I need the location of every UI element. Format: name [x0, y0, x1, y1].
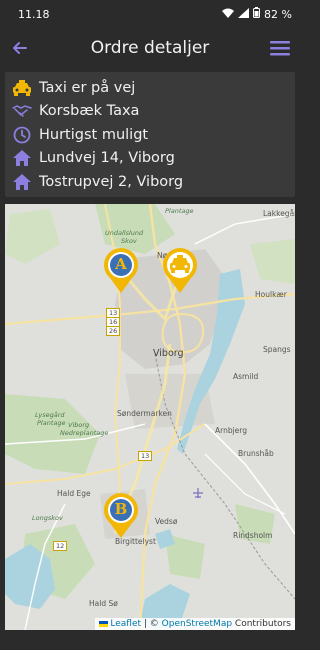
status-time: 11.18	[18, 7, 50, 21]
map-label-plantage: Plantage	[165, 207, 194, 215]
signal-icon	[238, 7, 250, 21]
map-label-spangs: Spangs	[263, 345, 291, 354]
dropoff-address: Tostrupvej 2, Viborg	[39, 173, 184, 190]
status-bar: 11.18 82 %	[0, 0, 300, 28]
map-label-hald-ege: Hald Ege	[57, 489, 91, 498]
map-label-lysegaard: Lysegård	[35, 411, 65, 419]
map-label-vedso: Vedsø	[155, 517, 178, 526]
clock-icon	[11, 124, 33, 146]
company-text: Korsbæk Taxa	[39, 103, 140, 120]
wifi-icon	[222, 8, 235, 21]
osm-link[interactable]: OpenStreetMap	[162, 619, 232, 629]
map-label-hald-so: Hald Sø	[89, 599, 118, 608]
attribution-contributors: Contributors	[232, 619, 291, 629]
battery-icon	[253, 7, 261, 21]
hamburger-icon	[270, 41, 290, 56]
dropoff-row: Tostrupvej 2, Viborg	[11, 170, 289, 194]
map-label-viborg: Viborg	[153, 348, 184, 359]
marker-b-label: B	[114, 500, 128, 518]
handshake-icon	[11, 100, 33, 122]
taxi-icon	[11, 77, 33, 99]
road-number: 26	[106, 326, 121, 336]
map-label-rindsholm: Rindsholm	[233, 531, 273, 540]
battery-percent: 82 %	[264, 7, 292, 21]
arrow-left-icon	[13, 42, 27, 54]
back-button[interactable]	[0, 28, 40, 68]
leaflet-flag-icon	[99, 620, 109, 627]
app-bar: Ordre detaljer	[0, 28, 300, 68]
home-icon	[11, 147, 33, 169]
map-label-viborg-nedre: Viborg	[68, 421, 90, 429]
map-attribution: Leaflet | © OpenStreetMap Contributors	[95, 618, 295, 630]
order-status-row: Taxi er på vej	[11, 76, 289, 100]
map-label-lakkegaard: Lakkegård	[263, 209, 295, 218]
order-status-text: Taxi er på vej	[39, 79, 136, 96]
map-label-sondermarken: Søndermarken	[117, 409, 172, 418]
pickup-row: Lundvej 14, Viborg	[11, 147, 289, 171]
map-label-longskov: Longskov	[32, 514, 63, 522]
leaflet-link[interactable]: Leaflet	[110, 619, 141, 629]
attribution-separator: | ©	[141, 619, 162, 629]
order-info-card: Taxi er på vej Korsbæk Taxa Hurtigst mul…	[5, 72, 295, 197]
map-view[interactable]: Viborg Nørre Houlkær Spangs Asmild Arnbj…	[5, 204, 295, 630]
map-label-undallslund: Undallslund	[105, 229, 144, 237]
map-label-nedreplantage: Nedreplantage	[60, 429, 109, 437]
map-label-arnbjerg: Arnbjerg	[215, 426, 248, 435]
dropoff-marker[interactable]: B	[102, 491, 140, 539]
road-number: 13	[138, 451, 153, 461]
pickup-marker[interactable]: A	[102, 246, 140, 294]
company-row: Korsbæk Taxa	[11, 100, 289, 124]
time-text: Hurtigst muligt	[39, 126, 149, 143]
map-label-plantage2: Plantage	[37, 419, 66, 427]
page-title: Ordre detaljer	[90, 38, 210, 58]
taxi-marker[interactable]	[161, 246, 199, 294]
map-label-houlkaer: Houlkær	[255, 290, 287, 299]
status-icons: 82 %	[222, 7, 292, 21]
map-label-brunshab: Brunshåb	[238, 449, 274, 458]
marker-a-label: A	[115, 255, 127, 273]
map-label-skov: Skov	[121, 237, 137, 245]
time-row: Hurtigst muligt	[11, 123, 289, 147]
home-icon	[11, 171, 33, 193]
map-label-asmild: Asmild	[233, 372, 259, 381]
pickup-address: Lundvej 14, Viborg	[39, 150, 175, 167]
menu-button[interactable]	[260, 28, 300, 68]
road-number: 12	[53, 541, 68, 551]
